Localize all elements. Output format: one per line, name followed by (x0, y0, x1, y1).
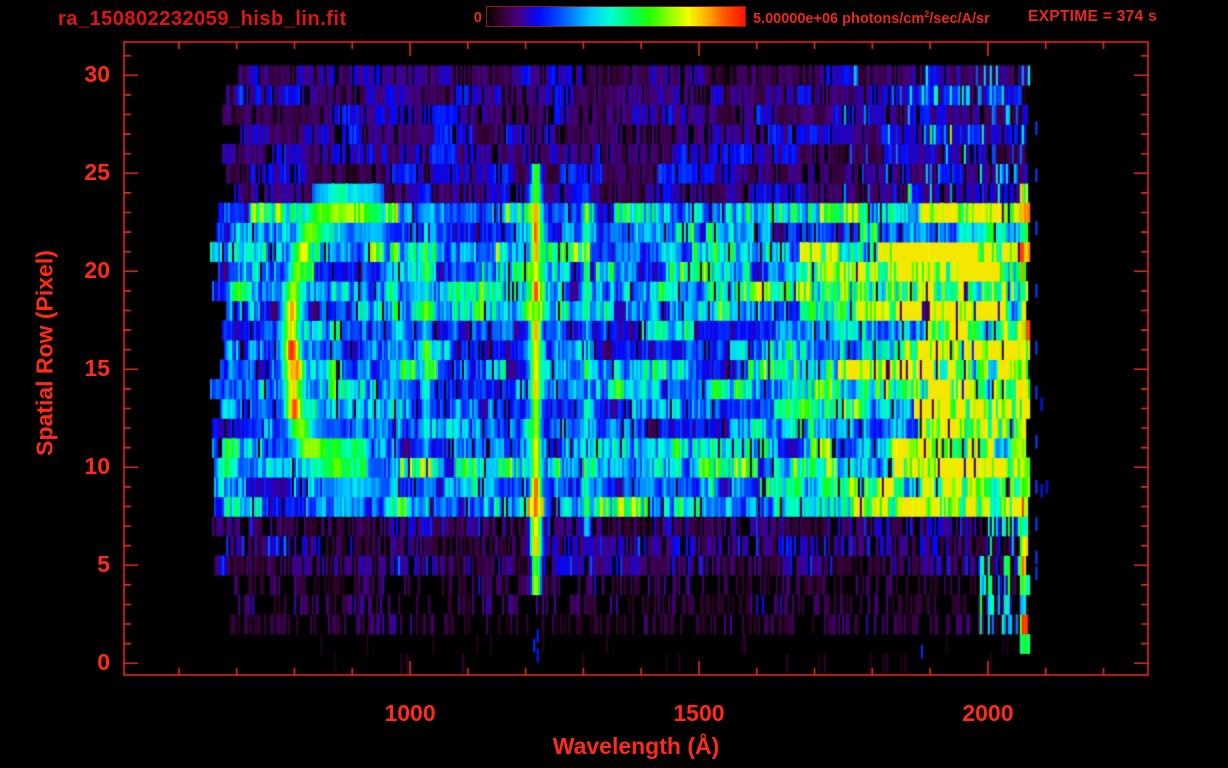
x-tick-label: 2000 (962, 700, 1014, 726)
colorbar (486, 6, 746, 27)
idl-spectrogram-window: ra_150802232059_hisb_lin.fit 0 5.00000e+… (0, 0, 1228, 768)
colorbar-max-label-units: /sec/A/sr (929, 10, 990, 27)
spectrogram-canvas (0, 0, 1228, 768)
plot-title: ra_150802232059_hisb_lin.fit (58, 8, 347, 30)
y-tick-label: 10 (84, 453, 110, 480)
y-tick-label: 0 (97, 649, 110, 676)
x-tick-label: 1000 (384, 700, 436, 726)
x-tick-label: 1500 (673, 700, 725, 726)
colorbar-gradient (487, 7, 745, 26)
colorbar-max-label: 5.00000e+06 photons/cm2/sec/A/sr (753, 9, 990, 27)
y-tick-label: 20 (84, 257, 110, 284)
y-tick-label: 15 (84, 355, 110, 382)
exptime-label: EXPTIME = 374 s (1028, 8, 1157, 25)
colorbar-max-label-text: 5.00000e+06 photons/cm (753, 10, 925, 27)
x-axis-title: Wavelength (Å) (552, 733, 720, 759)
colorbar-min-label: 0 (473, 9, 482, 26)
y-tick-label: 30 (84, 61, 110, 88)
y-tick-label: 5 (97, 551, 110, 578)
y-tick-label: 25 (84, 159, 110, 186)
